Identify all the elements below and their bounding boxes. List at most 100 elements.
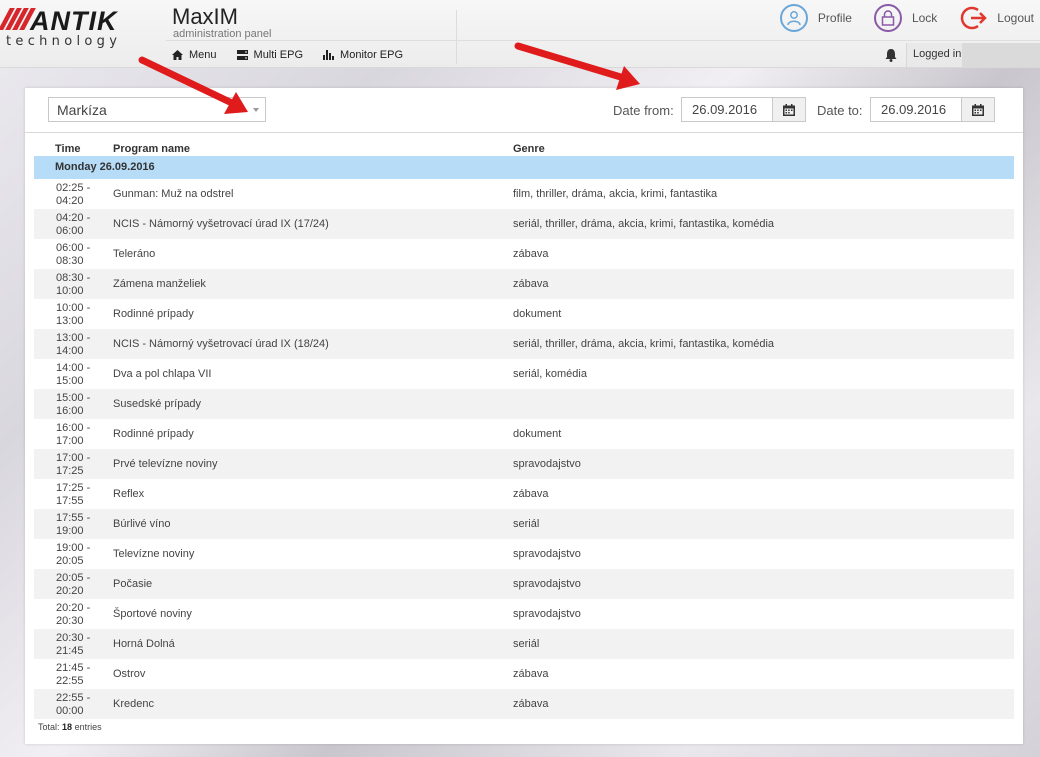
- table-row[interactable]: 20:20 -20:30 Športové noviny spravodajstvo: [34, 599, 1014, 629]
- app-title: MaxIM: [172, 4, 238, 29]
- date-from-label: Date from:: [613, 103, 674, 118]
- annotation-arrow-channel: [138, 56, 248, 114]
- row-time: 02:25 -04:20: [56, 182, 96, 208]
- row-time-start: 22:55 -: [56, 692, 91, 704]
- total-entries: Total: 18 entries: [38, 722, 102, 732]
- row-genre: dokument: [513, 308, 562, 320]
- date-from-calendar-button[interactable]: [772, 97, 806, 122]
- row-time: 20:30 -21:45: [56, 632, 96, 658]
- col-program-name[interactable]: Program name: [113, 143, 190, 155]
- table-row[interactable]: 21:45 -22:55 Ostrov zábava: [34, 659, 1014, 689]
- row-time: 15:00 -16:00: [56, 392, 96, 418]
- row-program-name: Búrlivé víno: [113, 518, 171, 530]
- profile-button[interactable]: Profile: [779, 4, 852, 32]
- row-program-name: Rodinné prípady: [113, 428, 194, 440]
- row-program-name: NCIS - Námorný vyšetrovací úrad IX (18/2…: [113, 338, 329, 350]
- row-genre: zábava: [513, 248, 549, 260]
- row-time-start: 20:05 -: [56, 572, 91, 584]
- row-time-end: 19:00: [56, 525, 84, 537]
- row-time: 04:20 -06:00: [56, 212, 96, 238]
- row-time-start: 15:00 -: [56, 392, 91, 404]
- row-time-end: 20:05: [56, 555, 84, 567]
- date-to-input[interactable]: 26.09.2016: [870, 97, 961, 122]
- row-time: 10:00 -13:00: [56, 302, 96, 328]
- table-row[interactable]: 20:30 -21:45 Horná Dolná seriál: [34, 629, 1014, 659]
- row-time-end: 17:55: [56, 495, 84, 507]
- row-time: 13:00 -14:00: [56, 332, 96, 358]
- row-genre: dokument: [513, 428, 562, 440]
- table-row[interactable]: 13:00 -14:00 NCIS - Námorný vyšetrovací ú…: [34, 329, 1014, 359]
- table-row[interactable]: 16:00 -17:00 Rodinné prípady dokument: [34, 419, 1014, 449]
- nav-monitor-epg[interactable]: Monitor EPG: [323, 49, 403, 61]
- row-time-start: 16:00 -: [56, 422, 91, 434]
- row-time: 17:00 -17:25: [56, 452, 96, 478]
- row-time: 17:55 -19:00: [56, 512, 96, 538]
- table-row[interactable]: 22:55 -00:00 Kredenc zábava: [34, 689, 1014, 719]
- antik-logo[interactable]: ANTIK technology: [0, 6, 149, 52]
- row-program-name: Ostrov: [113, 668, 146, 680]
- table-row[interactable]: 20:05 -20:20 Počasie spravodajstvo: [34, 569, 1014, 599]
- nav-multi-epg-label: Multi EPG: [253, 49, 304, 61]
- table-row[interactable]: 17:00 -17:25 Prvé televízne noviny spravod…: [34, 449, 1014, 479]
- row-time-end: 04:20: [56, 195, 84, 207]
- row-program-name: Počasie: [113, 578, 153, 590]
- row-genre: seriál: [513, 518, 540, 530]
- row-program-name: NCIS - Námorný vyšetrovací úrad IX (17/2…: [113, 218, 329, 230]
- row-time-start: 21:45 -: [56, 662, 91, 674]
- row-time-start: 08:30 -: [56, 272, 91, 284]
- lock-icon: [873, 4, 902, 32]
- row-time-end: 06:00: [56, 225, 84, 237]
- table-row[interactable]: 04:20 -06:00 NCIS - Námorný vyšetrovací ú…: [34, 209, 1014, 239]
- calendar-icon: [783, 103, 795, 116]
- epg-table: Time Program name Genre Monday 26.09.201…: [34, 142, 1014, 719]
- row-genre: zábava: [513, 698, 549, 710]
- table-row[interactable]: 10:00 -13:00 Rodinné prípady dokument: [34, 299, 1014, 329]
- date-to-calendar-button[interactable]: [961, 97, 995, 122]
- table-row[interactable]: 17:25 -17:55 Reflex zábava: [34, 479, 1014, 509]
- row-time-start: 14:00 -: [56, 362, 91, 374]
- row-time: 14:00 -15:00: [56, 362, 96, 388]
- row-time-start: 10:00 -: [56, 302, 91, 314]
- row-time: 19:00 -20:05: [56, 542, 96, 568]
- row-program-name: Prvé televízne noviny: [113, 458, 218, 470]
- row-time: 08:30 -10:00: [56, 272, 96, 298]
- table-header: Time Program name Genre: [34, 142, 1014, 156]
- profile-label: Profile: [817, 11, 852, 25]
- date-from-input[interactable]: 26.09.2016: [681, 97, 772, 122]
- date-to-label: Date to:: [817, 103, 863, 118]
- row-time-end: 21:45: [56, 645, 84, 657]
- table-row[interactable]: 19:00 -20:05 Televízne noviny spravodajstv…: [34, 539, 1014, 569]
- row-time-end: 22:55: [56, 675, 84, 687]
- nav-monitor-epg-label: Monitor EPG: [340, 49, 404, 61]
- date-from-group: 26.09.2016: [681, 97, 806, 122]
- row-time-start: 06:00 -: [56, 242, 91, 254]
- logout-button[interactable]: Logout: [959, 4, 1034, 32]
- table-row[interactable]: 14:00 -15:00 Dva a pol chlapa VII seriál, …: [34, 359, 1014, 389]
- row-time-start: 17:55 -: [56, 512, 91, 524]
- table-row[interactable]: 17:55 -19:00 Búrlivé víno seriál: [34, 509, 1014, 539]
- row-genre: seriál: [513, 638, 540, 650]
- row-genre: spravodajstvo: [513, 578, 581, 590]
- logout-label: Logout: [997, 11, 1034, 25]
- table-row[interactable]: 02:25 -04:20 Gunman: Muž na odstrel film, …: [34, 179, 1014, 209]
- table-row[interactable]: 08:30 -10:00 Zámena manželiek zábava: [34, 269, 1014, 299]
- total-suffix: entries: [74, 722, 102, 732]
- row-time-end: 17:00: [56, 435, 84, 447]
- lock-button[interactable]: Lock: [873, 4, 937, 32]
- col-genre[interactable]: Genre: [513, 143, 545, 155]
- row-time-start: 20:30 -: [56, 632, 91, 644]
- logout-icon: [961, 6, 988, 30]
- row-time-start: 17:00 -: [56, 452, 91, 464]
- row-time: 20:20 -20:30: [56, 602, 96, 628]
- row-genre: spravodajstvo: [513, 608, 581, 620]
- row-genre: seriál, thriller, dráma, akcia, krimi, f…: [513, 338, 775, 350]
- row-program-name: Reflex: [113, 488, 145, 500]
- row-time-end: 20:30: [56, 615, 84, 627]
- row-time-end: 17:25: [56, 465, 84, 477]
- row-time-end: 16:00: [56, 405, 84, 417]
- row-program-name: Horná Dolná: [113, 638, 175, 650]
- table-row[interactable]: 06:00 -08:30 Teleráno zábava: [34, 239, 1014, 269]
- col-time[interactable]: Time: [55, 143, 80, 155]
- table-row[interactable]: 15:00 -16:00 Susedské prípady: [34, 389, 1014, 419]
- bell-icon[interactable]: [885, 48, 897, 62]
